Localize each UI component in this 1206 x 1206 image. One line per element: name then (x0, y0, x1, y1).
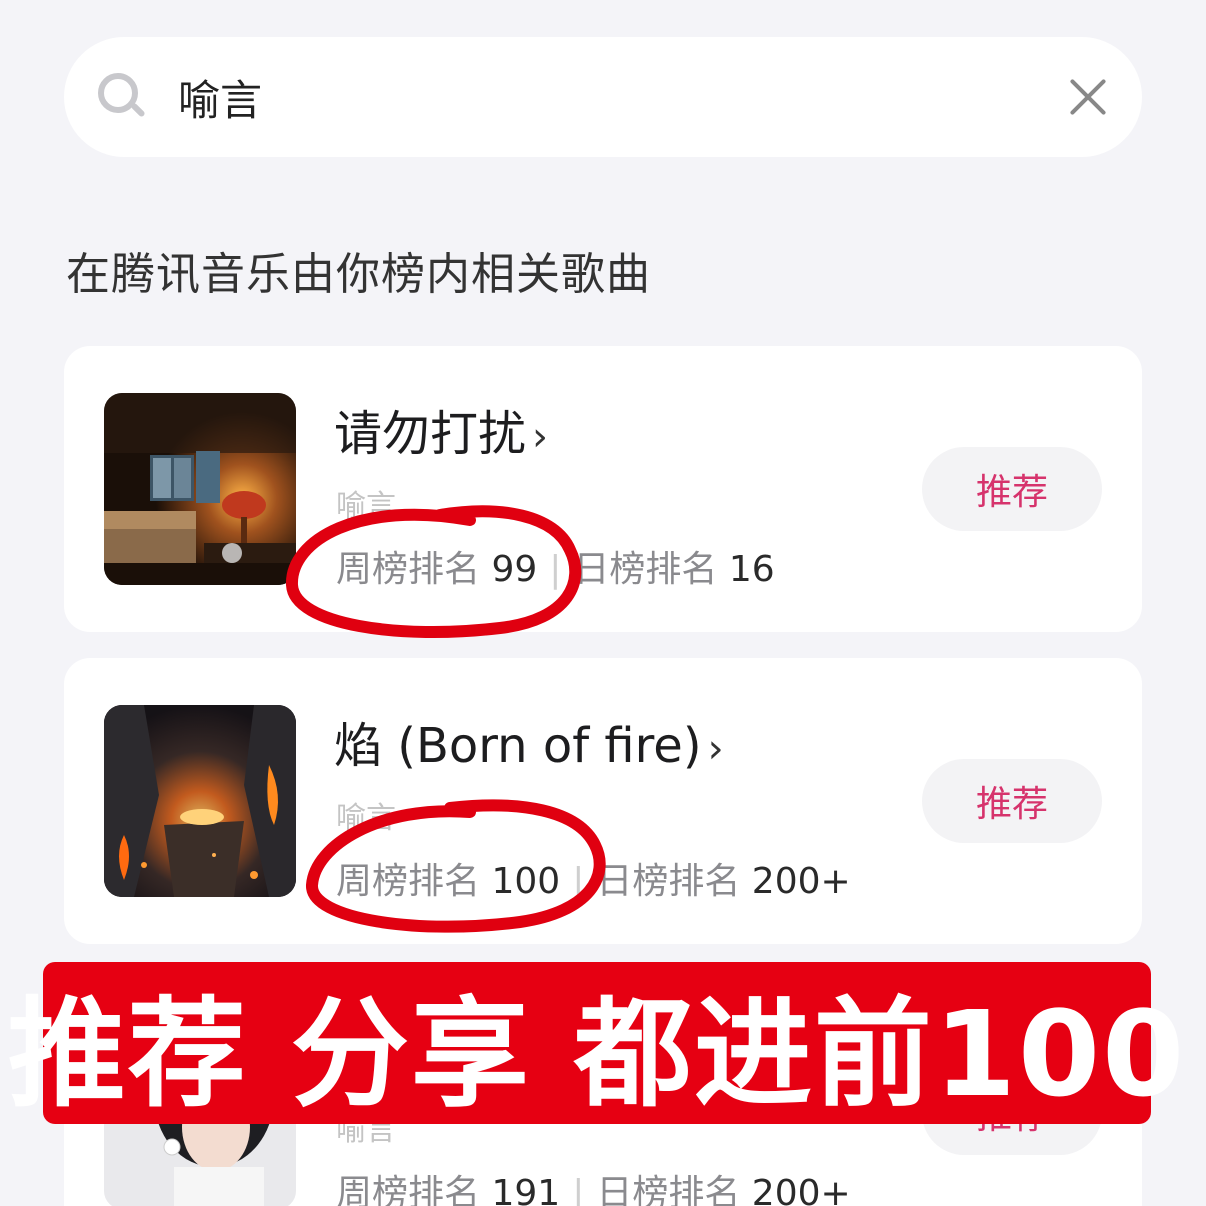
rank-info: 周榜排名 100 | 日榜排名 200+ (336, 852, 851, 904)
banner-text: 推荐 分享 都进前100 (7, 984, 1187, 1123)
album-cover (104, 393, 296, 585)
search-input[interactable]: 喻言 (178, 67, 1066, 128)
rank-info: 周榜排名 191 | 日榜排名 200+ (336, 1164, 851, 1206)
album-cover (104, 705, 296, 897)
search-bar[interactable]: 喻言 (64, 37, 1142, 157)
weekly-rank-value: 99 (491, 549, 538, 590)
separator: | (572, 1173, 585, 1206)
daily-rank-value: 200+ (751, 861, 851, 902)
page: 喻言 在腾讯音乐由你榜内相关歌曲 请勿打扰 › 喻言 周榜排名 99 | 日榜排… (0, 0, 1206, 1206)
separator: | (549, 549, 562, 590)
recommend-button[interactable]: 推荐 (922, 447, 1102, 531)
chevron-right-icon: › (707, 726, 724, 772)
song-card[interactable]: 焰 (Born of fire) › 喻言 周榜排名 100 | 日榜排名 200+ … (64, 658, 1142, 944)
section-title: 在腾讯音乐由你榜内相关歌曲 (66, 249, 651, 300)
weekly-rank-label: 周榜排名 (336, 1173, 481, 1206)
weekly-rank-label: 周榜排名 (336, 861, 481, 902)
daily-rank-value: 16 (728, 549, 775, 590)
weekly-rank-label: 周榜排名 (336, 549, 481, 590)
daily-rank-value: 200+ (751, 1173, 851, 1206)
artist-name: 喻言 (336, 801, 396, 836)
daily-rank-label: 日榜排名 (596, 1173, 741, 1206)
weekly-rank-value: 100 (491, 861, 561, 902)
search-icon (96, 69, 152, 125)
separator: | (572, 861, 585, 902)
rank-info: 周榜排名 99 | 日榜排名 16 (336, 540, 775, 592)
daily-rank-label: 日榜排名 (573, 549, 718, 590)
song-title[interactable]: 焰 (Born of fire) › (334, 706, 724, 776)
song-title[interactable]: 请勿打扰 › (334, 394, 548, 464)
chevron-right-icon: › (532, 414, 549, 460)
daily-rank-label: 日榜排名 (596, 861, 741, 902)
weekly-rank-value: 191 (491, 1173, 561, 1206)
clear-icon[interactable] (1066, 75, 1110, 119)
recommend-button[interactable]: 推荐 (922, 759, 1102, 843)
promo-banner: 推荐 分享 都进前100 (8, 962, 1184, 1124)
song-card[interactable]: 请勿打扰 › 喻言 周榜排名 99 | 日榜排名 16 推荐 (64, 346, 1142, 632)
artist-name: 喻言 (336, 489, 396, 524)
